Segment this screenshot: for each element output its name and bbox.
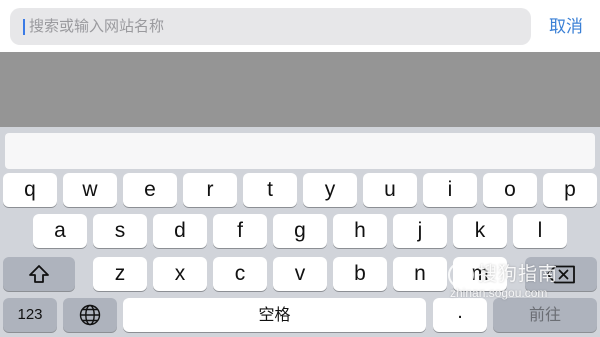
key-h[interactable]: h bbox=[333, 214, 387, 248]
key-p[interactable]: p bbox=[543, 173, 597, 207]
key-label: 前往 bbox=[528, 305, 561, 324]
key-label: f bbox=[237, 219, 243, 242]
globe-icon bbox=[63, 298, 117, 326]
key-label: h bbox=[354, 219, 366, 242]
globe-key[interactable] bbox=[63, 298, 117, 332]
key-label: . bbox=[457, 301, 463, 323]
search-input[interactable]: 搜索或输入网站名称 bbox=[10, 8, 531, 45]
key-f[interactable]: f bbox=[213, 214, 267, 248]
key-label: p bbox=[564, 178, 576, 201]
key-j[interactable]: j bbox=[393, 214, 447, 248]
key-label: d bbox=[174, 219, 186, 242]
key-e[interactable]: e bbox=[123, 173, 177, 207]
predictive-text-bar[interactable] bbox=[5, 133, 595, 169]
key-i[interactable]: i bbox=[423, 173, 477, 207]
key-r[interactable]: r bbox=[183, 173, 237, 207]
key-z[interactable]: z bbox=[93, 257, 147, 291]
key-u[interactable]: u bbox=[363, 173, 417, 207]
key-label: i bbox=[447, 178, 453, 201]
key-x[interactable]: x bbox=[153, 257, 207, 291]
key-g[interactable]: g bbox=[273, 214, 327, 248]
key-a[interactable]: a bbox=[33, 214, 87, 248]
key-label: l bbox=[537, 219, 543, 242]
key-label: x bbox=[174, 262, 186, 285]
key-y[interactable]: y bbox=[303, 173, 357, 207]
key-label: g bbox=[294, 219, 306, 242]
key-v[interactable]: v bbox=[273, 257, 327, 291]
key-label: y bbox=[324, 178, 336, 201]
key-b[interactable]: b bbox=[333, 257, 387, 291]
key-label: m bbox=[471, 262, 489, 285]
key-label: z bbox=[114, 262, 126, 285]
key-q[interactable]: q bbox=[3, 173, 57, 207]
shift-icon bbox=[3, 257, 75, 284]
key-label: t bbox=[267, 178, 273, 201]
key-s[interactable]: s bbox=[93, 214, 147, 248]
delete-key[interactable] bbox=[525, 257, 597, 291]
keyboard: q w e r t y u i o p a s d f g h j k l z … bbox=[0, 127, 600, 337]
key-label: r bbox=[206, 178, 214, 201]
key-label: w bbox=[82, 178, 98, 201]
key-w[interactable]: w bbox=[63, 173, 117, 207]
key-label: a bbox=[54, 219, 66, 242]
search-bar: 搜索或输入网站名称 取消 bbox=[0, 0, 600, 52]
key-label: c bbox=[234, 262, 246, 285]
key-n[interactable]: n bbox=[393, 257, 447, 291]
key-label: q bbox=[24, 178, 36, 201]
key-t[interactable]: t bbox=[243, 173, 297, 207]
key-label: n bbox=[414, 262, 426, 285]
text-cursor bbox=[23, 19, 25, 35]
key-label: u bbox=[384, 178, 396, 201]
key-label: o bbox=[504, 178, 516, 201]
key-l[interactable]: l bbox=[513, 214, 567, 248]
shift-key[interactable] bbox=[3, 257, 75, 291]
search-placeholder: 搜索或输入网站名称 bbox=[29, 17, 165, 35]
key-label: e bbox=[144, 178, 156, 201]
key-o[interactable]: o bbox=[483, 173, 537, 207]
key-label: s bbox=[114, 219, 126, 242]
key-label: k bbox=[474, 219, 486, 242]
delete-icon bbox=[525, 257, 597, 284]
key-label: 123 bbox=[17, 306, 43, 323]
dim-overlay[interactable] bbox=[0, 52, 600, 127]
cancel-button[interactable]: 取消 bbox=[540, 14, 592, 40]
key-m[interactable]: m bbox=[453, 257, 507, 291]
numbers-key[interactable]: 123 bbox=[3, 298, 57, 332]
go-key[interactable]: 前往 bbox=[493, 298, 597, 332]
key-label: j bbox=[417, 219, 423, 242]
key-d[interactable]: d bbox=[153, 214, 207, 248]
key-label: v bbox=[294, 262, 306, 285]
key-label: b bbox=[354, 262, 366, 285]
key-label: 空格 bbox=[258, 305, 291, 324]
key-k[interactable]: k bbox=[453, 214, 507, 248]
period-key[interactable]: . bbox=[433, 298, 487, 332]
space-key[interactable]: 空格 bbox=[123, 298, 426, 332]
key-c[interactable]: c bbox=[213, 257, 267, 291]
